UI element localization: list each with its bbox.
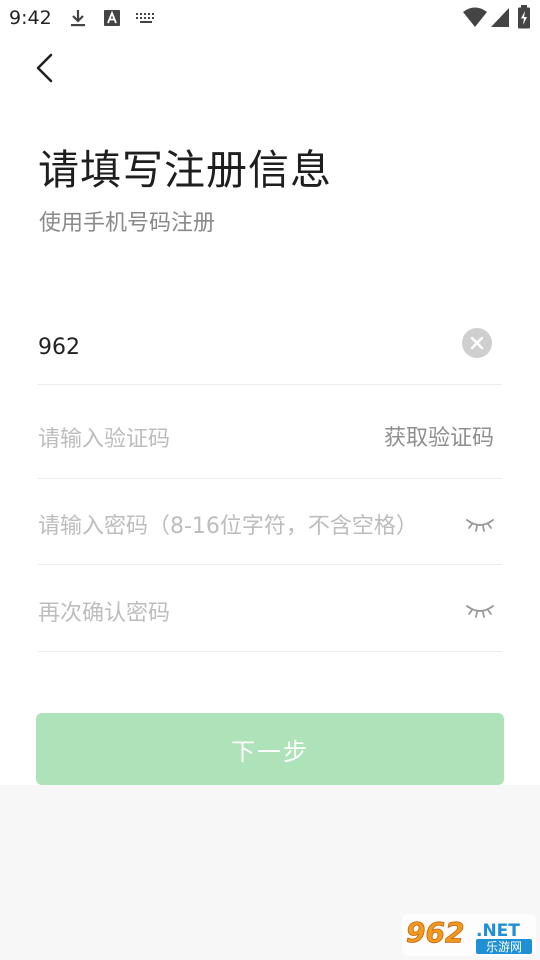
confirm-password-input[interactable] (38, 575, 438, 651)
signal-icon (491, 8, 509, 27)
clear-button[interactable] (462, 328, 492, 358)
page-subtitle: 使用手机号码注册 (39, 211, 216, 236)
get-code-button[interactable]: 获取验证码 (384, 420, 494, 452)
eye-closed-icon[interactable] (464, 602, 496, 622)
wifi-icon (463, 7, 487, 27)
watermark-logo: 962 .NET 乐游网 (402, 914, 536, 956)
battery-charging-icon (518, 5, 530, 29)
watermark-suffix: .NET (476, 921, 520, 941)
status-bar: 9:42 (0, 0, 540, 36)
page-title: 请填写注册信息 (38, 146, 332, 194)
phone-field (38, 310, 502, 385)
verification-code-field: 获取验证码 (38, 400, 502, 479)
status-time: 9:42 (9, 7, 52, 29)
confirm-password-field (38, 575, 502, 652)
password-input[interactable] (38, 488, 468, 564)
password-field (38, 488, 502, 565)
back-button[interactable] (28, 50, 62, 86)
next-step-button[interactable]: 下一步 (36, 713, 504, 785)
verification-code-input[interactable] (38, 400, 438, 478)
eye-closed-icon[interactable] (464, 516, 496, 536)
watermark-caption: 乐游网 (486, 940, 522, 954)
keyboard-icon (136, 13, 154, 23)
watermark-number: 962 (406, 916, 464, 949)
font-a-icon (104, 10, 120, 26)
phone-input[interactable] (38, 310, 438, 384)
clear-icon (470, 336, 484, 350)
download-icon (71, 10, 85, 27)
chevron-left-icon (36, 53, 53, 83)
registration-page: 9:42 请填写注册信息 使用手机号码注册 962 请输入验证码 获取验证码 下… (0, 0, 540, 785)
